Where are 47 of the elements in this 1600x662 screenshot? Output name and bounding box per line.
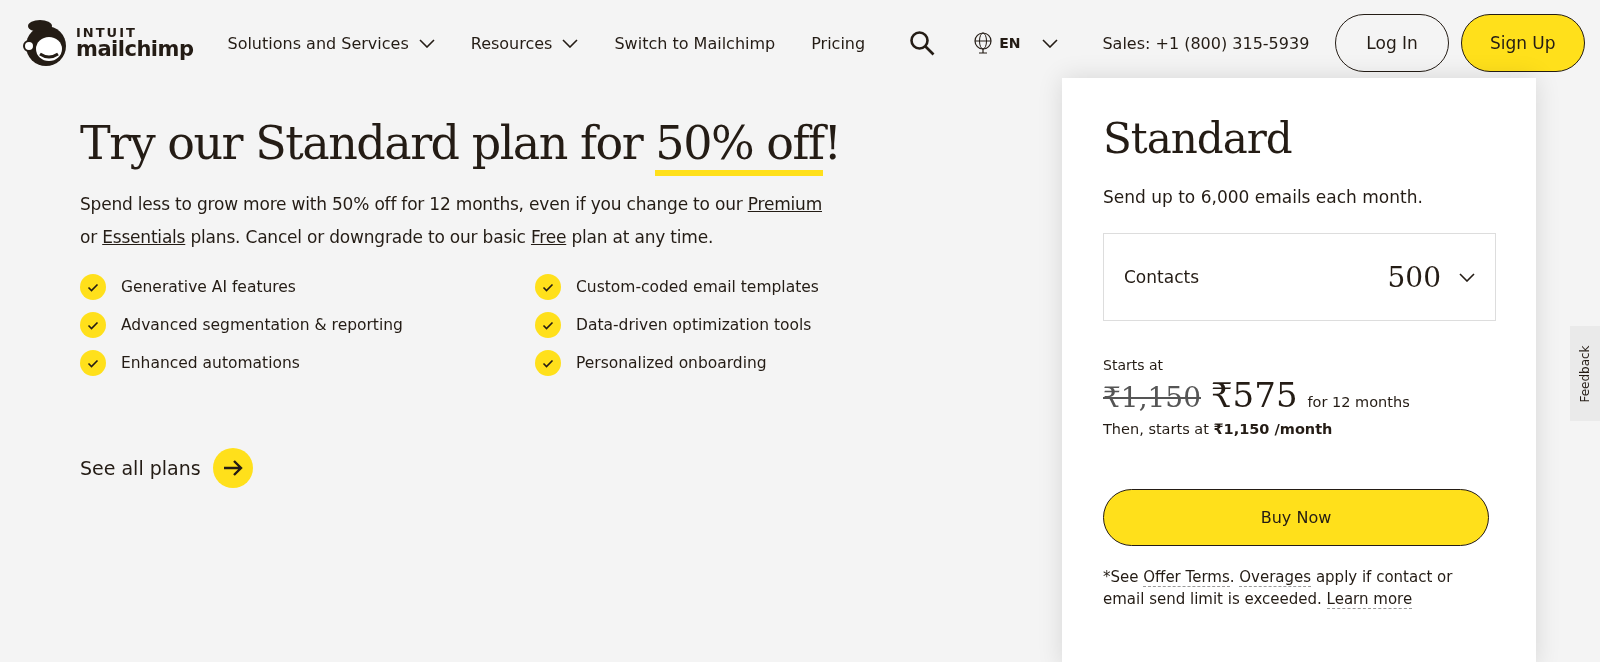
login-button[interactable]: Log In (1335, 14, 1449, 72)
old-price: ₹1,150 (1103, 381, 1201, 414)
intro-paragraph: Spend less to grow more with 50% off for 12 months, even if you change to our Premium or Essentials plans. Cancel or downgrade to our basic Free plan at any time. (80, 193, 823, 249)
see-all-plans-link[interactable]: See all plans (80, 448, 253, 488)
text-link[interactable]: Essentials (102, 227, 186, 247)
arrow-right-icon (212, 448, 253, 488)
feature-text: Custom-coded email templates (576, 278, 819, 296)
feature-text: Generative AI features (121, 278, 296, 296)
renewal-price: Then, starts at ₹1,150 /month (1103, 421, 1334, 437)
signup-button[interactable]: Sign Up (1460, 14, 1585, 72)
price-note: for 12 months (1307, 394, 1410, 410)
text-link[interactable]: Learn more (1326, 590, 1413, 609)
nav-link[interactable]: Switch to Mailchimp (614, 33, 776, 53)
buy-now-button[interactable]: Buy Now (1103, 489, 1489, 546)
text-link[interactable]: Offer Terms (1143, 568, 1230, 587)
search-icon[interactable] (909, 30, 936, 56)
logo-wordmark: mailchimp (76, 39, 194, 60)
feature-text: Personalized onboarding (576, 354, 767, 372)
feature-text: Data-driven optimization tools (576, 316, 812, 334)
nav-link[interactable]: Resources (470, 33, 579, 53)
starts-at-label: Starts at (1103, 357, 1164, 373)
chevron-down-icon (1042, 38, 1059, 48)
chevron-down-icon (1459, 272, 1475, 282)
text-link[interactable]: Free (530, 227, 567, 247)
logo-wordmark-top: INTUIT (76, 26, 138, 39)
terms-text: *See Offer Terms. Overages apply if contact or email send limit is exceeded. Learn more (1103, 567, 1454, 610)
check-icon (535, 350, 561, 376)
check-icon (80, 350, 106, 376)
nav-link[interactable]: Pricing (811, 33, 866, 53)
text-link[interactable]: Overages (1239, 568, 1312, 587)
check-icon (80, 312, 106, 338)
plan-title: Standard (1103, 114, 1293, 163)
language-selector[interactable]: EN (973, 32, 1059, 54)
check-icon (535, 312, 561, 338)
text-link[interactable]: Premium (747, 194, 822, 214)
check-icon (80, 274, 106, 300)
check-icon (535, 274, 561, 300)
sales-phone: Sales: +1 (800) 315-5939 (1102, 33, 1310, 53)
price: ₹575 (1211, 375, 1298, 415)
feedback-tab[interactable]: Feedback (1570, 326, 1600, 421)
hero-heading: Try our Standard plan for 50% off! (80, 108, 841, 178)
feature-text: Advanced segmentation & reporting (121, 316, 403, 334)
feature-text: Enhanced automations (121, 354, 300, 372)
nav-link[interactable]: Solutions and Services (227, 33, 435, 53)
globe-icon (973, 32, 994, 54)
plan-subtitle: Send up to 6,000 emails each month. (1103, 187, 1424, 207)
contacts-select[interactable]: Contacts 500 (1103, 233, 1496, 321)
